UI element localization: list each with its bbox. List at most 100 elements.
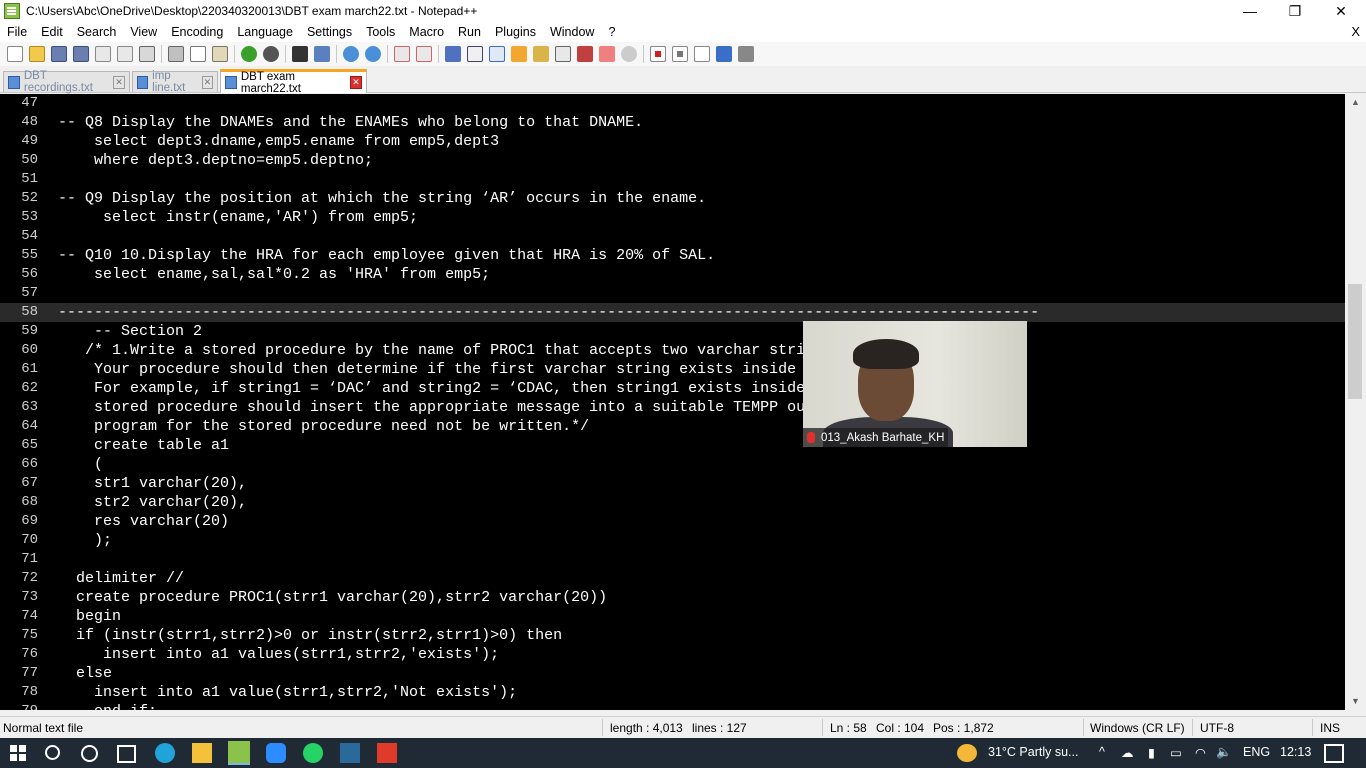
close-button[interactable]: ✕: [1318, 0, 1364, 22]
menu-view[interactable]: View: [123, 25, 164, 39]
search-icon[interactable]: [45, 745, 60, 760]
zoom-out-icon[interactable]: [365, 46, 381, 62]
tab-dbt-recordings[interactable]: DBT recordings.txt ✕: [3, 70, 130, 94]
menu-search[interactable]: Search: [70, 25, 124, 39]
video-call-thumbnail[interactable]: 013_Akash Barhate_KH: [803, 321, 1027, 447]
undo-icon[interactable]: [241, 46, 257, 62]
menu-language[interactable]: Language: [230, 25, 300, 39]
new-file-icon[interactable]: [7, 46, 23, 62]
monitoring-icon[interactable]: [621, 46, 637, 62]
zoom-icon[interactable]: [266, 743, 286, 763]
code-line[interactable]: 57: [0, 284, 1345, 303]
line-text[interactable]: -- Q10 10.Display the HRA for each emplo…: [58, 246, 715, 265]
zoom-in-icon[interactable]: [343, 46, 359, 62]
scroll-down-arrow-icon[interactable]: ▼: [1345, 693, 1366, 710]
microphone-icon[interactable]: ▮: [1148, 745, 1155, 760]
code-line[interactable]: 54: [0, 227, 1345, 246]
line-text[interactable]: );: [58, 531, 112, 550]
weather-text[interactable]: 31°C Partly su...: [988, 745, 1078, 759]
vmware-icon[interactable]: [340, 743, 360, 763]
code-line[interactable]: 70 );: [0, 531, 1345, 550]
code-line[interactable]: 50 where dept3.deptno=emp5.deptno;: [0, 151, 1345, 170]
line-text[interactable]: -- Section 2: [58, 322, 202, 341]
code-line[interactable]: 63 stored procedure should insert the ap…: [0, 398, 1345, 417]
word-wrap-icon[interactable]: [445, 46, 461, 62]
play-macro-icon[interactable]: [694, 46, 710, 62]
text-editor[interactable]: 47 48 -- Q8 Display the DNAMEs and the ENA…: [0, 94, 1345, 710]
code-line[interactable]: 62 For example, if string1 = ‘DAC’ and s…: [0, 379, 1345, 398]
code-line[interactable]: 71: [0, 550, 1345, 569]
redo-icon[interactable]: [263, 46, 279, 62]
code-line[interactable]: 76 insert into a1 values(strr1,strr2,'ex…: [0, 645, 1345, 664]
copy-icon[interactable]: [190, 46, 206, 62]
sync-horizontal-icon[interactable]: [416, 46, 432, 62]
line-text[interactable]: begin: [58, 607, 121, 626]
onedrive-icon[interactable]: ☁: [1121, 745, 1134, 760]
line-text[interactable]: For example, if string1 = ‘DAC’ and stri…: [58, 379, 922, 398]
tab-dbt-exam-march22[interactable]: DBT exam march22.txt ✕: [220, 69, 367, 95]
line-text[interactable]: ----------------------------------------…: [58, 303, 1039, 322]
line-text[interactable]: select ename,sal,sal*0.2 as 'HRA' from e…: [58, 265, 490, 284]
save-icon[interactable]: [51, 46, 67, 62]
code-line[interactable]: 61 Your procedure should then determine …: [0, 360, 1345, 379]
line-text[interactable]: insert into a1 values(strr1,strr2,'exist…: [58, 645, 499, 664]
tab-close-icon[interactable]: ✕: [113, 75, 126, 89]
line-text[interactable]: select dept3.dname,emp5.ename from emp5,…: [58, 132, 499, 151]
folder-workspace-icon[interactable]: [555, 46, 571, 62]
code-line[interactable]: 47: [0, 94, 1345, 113]
menu-plugins[interactable]: Plugins: [488, 25, 543, 39]
paste-icon[interactable]: [212, 46, 228, 62]
restore-button[interactable]: ❐: [1272, 0, 1318, 22]
record-macro-icon[interactable]: [650, 46, 666, 62]
line-text[interactable]: create table a1: [58, 436, 229, 455]
code-line[interactable]: 48 -- Q8 Display the DNAMEs and the ENAME…: [0, 113, 1345, 132]
print-icon[interactable]: [139, 46, 155, 62]
menu-edit[interactable]: Edit: [34, 25, 70, 39]
open-file-icon[interactable]: [29, 46, 45, 62]
function-list-icon[interactable]: [533, 46, 549, 62]
code-line[interactable]: 52 -- Q9 Display the position at which th…: [0, 189, 1345, 208]
clock-time[interactable]: 12:13: [1280, 745, 1311, 759]
line-text[interactable]: where dept3.deptno=emp5.deptno;: [58, 151, 373, 170]
code-line[interactable]: 79 end if;: [0, 702, 1345, 710]
menu-run[interactable]: Run: [451, 25, 488, 39]
code-line[interactable]: 77 else: [0, 664, 1345, 683]
doc-map-icon[interactable]: [511, 46, 527, 62]
line-text[interactable]: else: [58, 664, 112, 683]
battery-icon[interactable]: ▭: [1170, 745, 1182, 760]
line-text[interactable]: -- Q9 Display the position at which the …: [58, 189, 706, 208]
code-line[interactable]: 69 res varchar(20): [0, 512, 1345, 531]
menu-tools[interactable]: Tools: [359, 25, 402, 39]
run-macro-multiple-icon[interactable]: [716, 46, 732, 62]
code-line[interactable]: 60 /* 1.Write a stored procedure by the …: [0, 341, 1345, 360]
code-line[interactable]: 72 delimiter //: [0, 569, 1345, 588]
menu-macro[interactable]: Macro: [402, 25, 451, 39]
notifications-icon[interactable]: [1324, 744, 1344, 763]
code-line[interactable]: 56 select ename,sal,sal*0.2 as 'HRA' fro…: [0, 265, 1345, 284]
menu-encoding[interactable]: Encoding: [164, 25, 230, 39]
line-text[interactable]: create procedure PROC1(strr1 varchar(20)…: [58, 588, 607, 607]
code-line[interactable]: 65 create table a1: [0, 436, 1345, 455]
code-line[interactable]: 74 begin: [0, 607, 1345, 626]
code-line[interactable]: 59 -- Section 2: [0, 322, 1345, 341]
code-line[interactable]: 55 -- Q10 10.Display the HRA for each emp…: [0, 246, 1345, 265]
vertical-scrollbar[interactable]: ▲ ▼: [1345, 94, 1366, 710]
whatsapp-icon[interactable]: [303, 743, 323, 763]
code-line[interactable]: 64 program for the stored procedure need…: [0, 417, 1345, 436]
close-document-button[interactable]: X: [1351, 24, 1360, 39]
volume-icon[interactable]: 🔈: [1216, 745, 1232, 760]
line-text[interactable]: end if;: [58, 702, 157, 710]
file-explorer-icon[interactable]: [192, 743, 212, 763]
code-line[interactable]: 53 select instr(ename,'AR') from emp5;: [0, 208, 1345, 227]
close-all-icon[interactable]: [117, 46, 133, 62]
menu-window[interactable]: Window: [543, 25, 601, 39]
line-text[interactable]: str2 varchar(20),: [58, 493, 247, 512]
menu-settings[interactable]: Settings: [300, 25, 359, 39]
line-text[interactable]: select instr(ename,'AR') from emp5;: [58, 208, 418, 227]
edge-icon[interactable]: [155, 743, 175, 763]
menu-file[interactable]: File: [0, 25, 34, 39]
line-text[interactable]: res varchar(20): [58, 512, 229, 531]
scroll-up-arrow-icon[interactable]: ▲: [1345, 94, 1366, 111]
doc-switcher-icon[interactable]: [577, 46, 593, 62]
code-line[interactable]: 67 str1 varchar(20),: [0, 474, 1345, 493]
